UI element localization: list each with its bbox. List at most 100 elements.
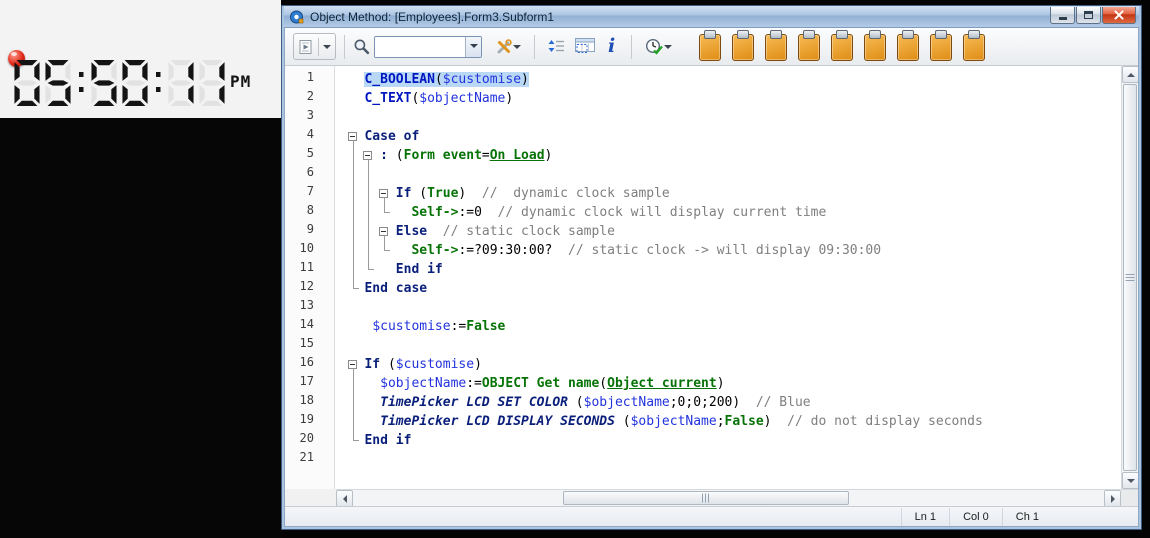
vertical-scroll-thumb[interactable]	[1123, 84, 1137, 471]
code-line[interactable]: C_BOOLEAN($customise)	[335, 70, 1121, 89]
horizontal-scrollbar[interactable]	[336, 489, 1121, 506]
line-number: 8	[285, 203, 334, 222]
clipboard-icon[interactable]	[732, 34, 754, 61]
search-dropdown-caret[interactable]	[465, 37, 481, 57]
clock-colon-icon	[76, 60, 86, 106]
code-line[interactable]: TimePicker LCD SET COLOR ($objectName;0;…	[335, 393, 1121, 412]
line-number: 13	[285, 298, 334, 317]
toolbar-separator	[344, 35, 345, 59]
code-line[interactable]: $objectName:=OBJECT Get name(Object curr…	[335, 374, 1121, 393]
wrench-icon	[495, 38, 513, 56]
scroll-up-button[interactable]	[1122, 66, 1138, 83]
search-icon[interactable]	[353, 38, 370, 55]
method-window-icon	[289, 9, 305, 25]
clock-digit	[45, 60, 71, 106]
code-text: : (Form event=On Load)	[380, 148, 552, 163]
vertical-scrollbar[interactable]	[1121, 66, 1138, 489]
toolbar-separator	[534, 35, 535, 59]
code-line[interactable]: If (True) // dynamic clock sample	[335, 184, 1121, 203]
clipboard-group	[699, 32, 985, 61]
close-button[interactable]	[1102, 7, 1136, 24]
status-bar: Ln 1 Col 0 Ch 1	[285, 506, 1138, 526]
timer-dropdown-caret	[664, 45, 672, 53]
info-icon[interactable]: i	[608, 37, 615, 56]
code-line[interactable]: C_TEXT($objectName)	[335, 89, 1121, 108]
line-number: 18	[285, 393, 334, 412]
code-line[interactable]: Case of	[335, 127, 1121, 146]
run-method-dropdown-caret[interactable]	[323, 45, 331, 53]
code-editor[interactable]: C_BOOLEAN($customise)C_TEXT($objectName)…	[335, 66, 1121, 489]
code-text: TimePicker LCD SET COLOR ($objectName;0;…	[380, 395, 810, 410]
form-grid-icon[interactable]	[575, 38, 595, 55]
code-text: If (True) // dynamic clock sample	[396, 186, 670, 201]
close-icon	[1114, 10, 1124, 20]
status-char-indicator: Ch 1	[1002, 508, 1052, 526]
lcd-clock-panel: PM	[0, 0, 281, 118]
line-number: 21	[285, 450, 334, 469]
scroll-right-button[interactable]	[1104, 490, 1121, 507]
line-number: 19	[285, 412, 334, 431]
maximize-button[interactable]	[1076, 7, 1101, 24]
run-method-icon	[298, 39, 314, 55]
code-line[interactable]: TimePicker LCD DISPLAY SECONDS ($objectN…	[335, 412, 1121, 431]
window-titlebar[interactable]: Object Method: [Employees].Form3.Subform…	[284, 6, 1139, 28]
run-method-button[interactable]	[293, 33, 336, 60]
status-line-indicator: Ln 1	[901, 508, 949, 526]
clipboard-icon[interactable]	[765, 34, 787, 61]
code-line[interactable]: Else // static clock sample	[335, 222, 1121, 241]
vertical-scroll-track[interactable]	[1122, 83, 1138, 472]
code-line[interactable]	[335, 108, 1121, 127]
line-number: 3	[285, 108, 334, 127]
method-editor-window: Object Method: [Employees].Form3.Subform…	[281, 5, 1142, 530]
clock-digit	[14, 60, 40, 106]
code-text: End case	[364, 281, 427, 296]
minimize-button[interactable]	[1050, 7, 1075, 24]
horizontal-scroll-track[interactable]	[353, 490, 1104, 506]
code-line[interactable]: End case	[335, 279, 1121, 298]
clipboard-icon[interactable]	[831, 34, 853, 61]
line-number: 5	[285, 146, 334, 165]
lcd-clock: PM	[14, 60, 251, 106]
code-text: TimePicker LCD DISPLAY SECONDS ($objectN…	[380, 414, 983, 429]
fold-guide-line	[368, 159, 374, 270]
clipboard-icon[interactable]	[897, 34, 919, 61]
clipboard-icon[interactable]	[864, 34, 886, 61]
line-number: 12	[285, 279, 334, 298]
code-line[interactable]: If ($customise)	[335, 355, 1121, 374]
clipboard-icon[interactable]	[963, 34, 985, 61]
code-line[interactable]	[335, 165, 1121, 184]
code-line[interactable]: : (Form event=On Load)	[335, 146, 1121, 165]
clipboard-icon[interactable]	[798, 34, 820, 61]
code-text: Self->:=?09:30:00? // static clock -> wi…	[411, 243, 881, 258]
code-line[interactable]: End if	[335, 431, 1121, 450]
expand-collapse-icon[interactable]	[548, 39, 565, 54]
code-line[interactable]	[335, 336, 1121, 355]
fold-guide-line	[384, 235, 390, 251]
code-line[interactable]: $customise:=False	[335, 317, 1121, 336]
search-input[interactable]	[375, 37, 465, 57]
line-number: 2	[285, 89, 334, 108]
toolbar-separator	[631, 35, 632, 59]
search-combobox[interactable]	[374, 36, 482, 58]
line-number: 9	[285, 222, 334, 241]
clipboard-icon[interactable]	[930, 34, 952, 61]
gutter-spacer	[285, 489, 336, 506]
horizontal-scroll-thumb[interactable]	[563, 491, 848, 505]
code-line[interactable]: End if	[335, 260, 1121, 279]
timer-dropdown-button[interactable]	[640, 33, 677, 60]
code-text: Else // static clock sample	[396, 224, 615, 239]
code-line[interactable]	[335, 298, 1121, 317]
window-title: Object Method: [Employees].Form3.Subform…	[310, 10, 554, 24]
code-line[interactable]	[335, 450, 1121, 469]
scroll-left-button[interactable]	[336, 490, 353, 507]
code-line[interactable]: Self->:=0 // dynamic clock will display …	[335, 203, 1121, 222]
tools-dropdown-button[interactable]	[490, 33, 526, 60]
code-line[interactable]: Self->:=?09:30:00? // static clock -> wi…	[335, 241, 1121, 260]
form-background	[0, 118, 281, 538]
code-text: Case of	[364, 129, 419, 144]
scroll-down-button[interactable]	[1122, 472, 1138, 489]
minimize-icon	[1059, 17, 1067, 20]
clipboard-icon[interactable]	[699, 34, 721, 61]
clock-digit	[122, 60, 148, 106]
method-editor: 123456789101112131415161718192021 C_BOOL…	[285, 66, 1138, 489]
